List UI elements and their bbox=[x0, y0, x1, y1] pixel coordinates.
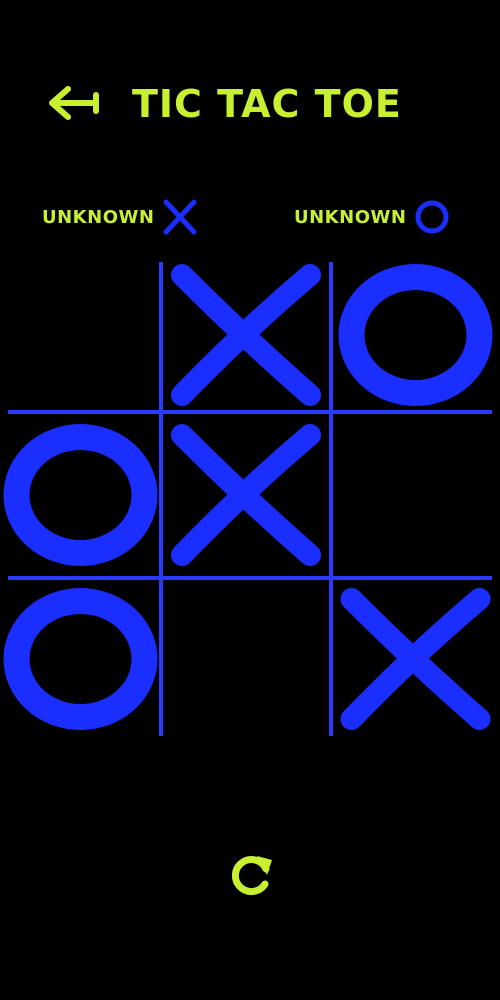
header: TIC TAC TOE bbox=[0, 70, 500, 134]
game-board bbox=[0, 258, 500, 740]
player-o: UNKNOWN bbox=[294, 192, 452, 242]
board-cell[interactable] bbox=[161, 258, 331, 412]
board-svg bbox=[0, 258, 500, 740]
back-button[interactable] bbox=[40, 80, 102, 126]
x-mark-icon bbox=[163, 199, 197, 235]
arrow-left-icon bbox=[49, 86, 99, 120]
player-o-name: UNKNOWN bbox=[294, 206, 407, 228]
board-cell[interactable] bbox=[161, 412, 331, 578]
board-cell[interactable] bbox=[0, 412, 161, 578]
board-cell[interactable] bbox=[0, 578, 161, 740]
reset-button[interactable] bbox=[224, 848, 278, 902]
board-cell[interactable] bbox=[161, 578, 331, 740]
refresh-icon bbox=[231, 856, 272, 896]
board-cell[interactable] bbox=[331, 258, 500, 412]
board-cell[interactable] bbox=[331, 412, 500, 578]
player-x: UNKNOWN bbox=[42, 192, 200, 242]
board-cell[interactable] bbox=[331, 578, 500, 740]
page-title: TIC TAC TOE bbox=[132, 82, 402, 126]
players-bar: UNKNOWN UNKNOWN bbox=[0, 192, 500, 242]
o-mark-icon bbox=[415, 200, 449, 234]
board-cell[interactable] bbox=[0, 258, 161, 412]
player-x-name: UNKNOWN bbox=[42, 206, 155, 228]
